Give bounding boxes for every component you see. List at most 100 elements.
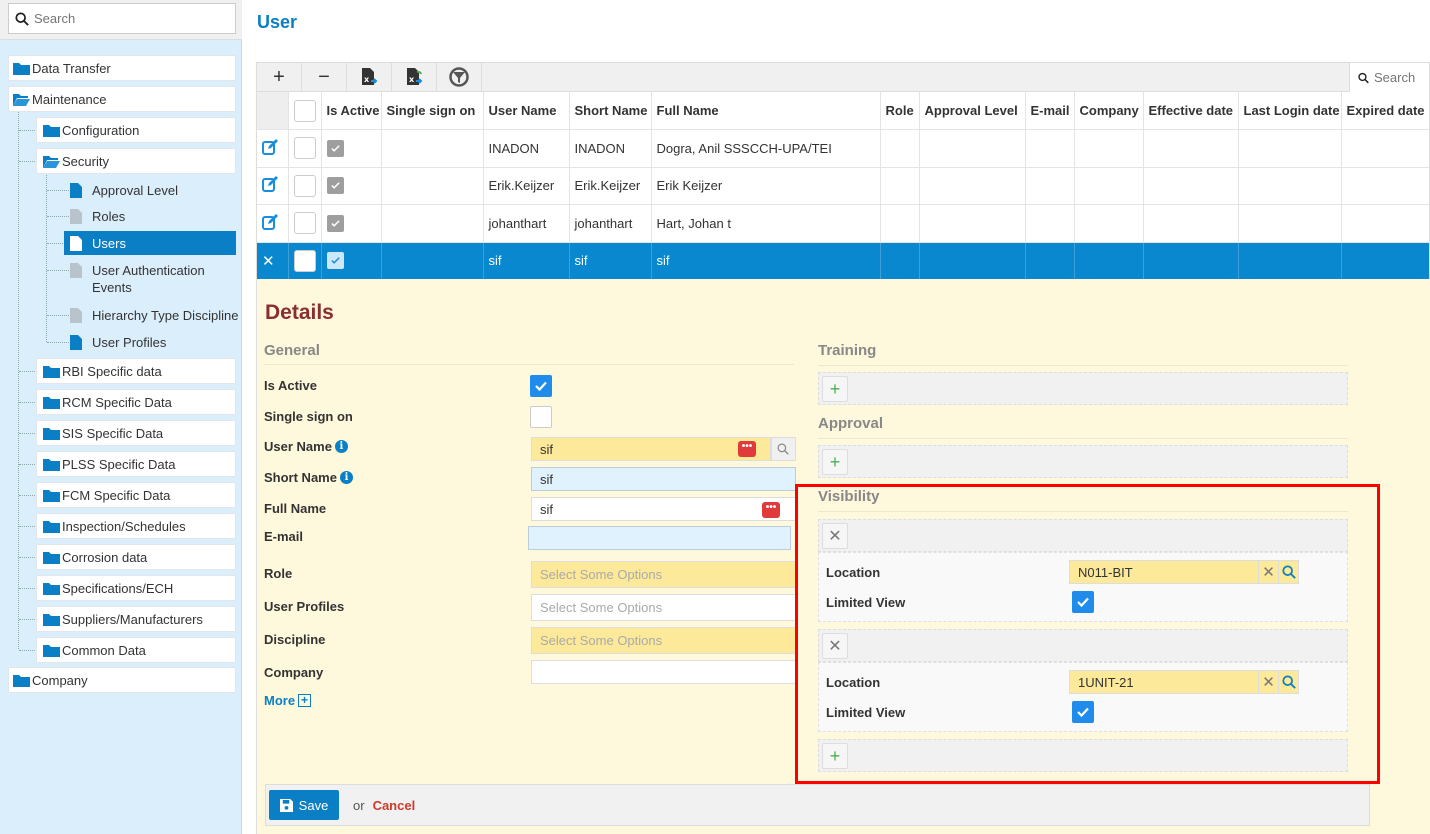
table-row[interactable]: Erik.Keijzer Erik.Keijzer Erik Keijzer — [257, 167, 1429, 205]
discipline-select[interactable]: Select Some Options — [531, 627, 796, 654]
row-select-checkbox[interactable] — [293, 249, 316, 272]
tree-node-maintenance[interactable]: Maintenance — [8, 86, 236, 112]
cell-short-name: sif — [569, 242, 652, 280]
cell-approval-level — [919, 167, 1026, 205]
tree-node-folder[interactable]: SIS Specific Data — [36, 420, 236, 446]
column-header[interactable]: Last Login date — [1238, 92, 1342, 130]
tree-node-folder[interactable]: Corrosion data — [36, 544, 236, 570]
user-name-lookup-button[interactable] — [771, 437, 796, 461]
row-action-cell[interactable]: ✕ — [257, 242, 289, 280]
column-header[interactable]: Effective date — [1143, 92, 1239, 130]
select-all-checkbox[interactable] — [293, 99, 316, 122]
email-field[interactable] — [528, 526, 791, 550]
grid-search[interactable] — [1349, 63, 1429, 92]
add-row-button[interactable]: + — [257, 63, 302, 91]
tree-leaf-roles[interactable]: Roles — [64, 204, 236, 228]
row-select-checkbox[interactable] — [293, 174, 316, 197]
clear-location-button[interactable]: ✕ — [1258, 671, 1278, 693]
import-excel-button[interactable]: x — [392, 63, 437, 91]
clear-location-button[interactable]: ✕ — [1258, 561, 1278, 583]
tree-leaf-user-authentication-events[interactable]: User Authentication Events — [64, 259, 236, 297]
cancel-link[interactable]: Cancel — [373, 798, 416, 813]
row-select-cell[interactable] — [288, 204, 322, 243]
column-header[interactable]: Approval Level — [919, 92, 1026, 130]
company-field[interactable] — [531, 660, 796, 684]
more-options-icon[interactable]: ••• — [762, 502, 780, 518]
tree-node-folder[interactable]: Inspection/Schedules — [36, 513, 236, 539]
tree-node-folder[interactable]: Suppliers/Manufacturers — [36, 606, 236, 632]
column-header[interactable]: User Name — [483, 92, 570, 130]
info-icon[interactable]: i — [339, 471, 353, 484]
location-field[interactable]: N011-BIT ✕ — [1069, 560, 1299, 584]
tree-leaf-users[interactable]: Users — [64, 231, 236, 255]
table-row[interactable]: ✕ sif sif sif — [257, 242, 1429, 280]
tree-node-folder[interactable]: PLSS Specific Data — [36, 451, 236, 477]
column-header[interactable]: Is Active — [321, 92, 382, 130]
location-search-button[interactable] — [1278, 561, 1298, 583]
row-action-cell[interactable] — [257, 129, 289, 168]
tree-node-folder[interactable]: RBI Specific data — [36, 358, 236, 384]
row-select-cell[interactable] — [288, 167, 322, 205]
short-name-field[interactable]: sif — [531, 467, 796, 491]
role-select[interactable]: Select Some Options — [531, 561, 796, 588]
tree-node-label: Inspection/Schedules — [62, 518, 186, 534]
add-training-button[interactable]: + — [822, 376, 848, 402]
sidebar-search-input[interactable] — [34, 11, 224, 26]
cell-last-login-date — [1238, 204, 1342, 243]
limited-view-checkbox[interactable] — [1072, 591, 1094, 613]
row-action-cell[interactable] — [257, 167, 289, 205]
location-field[interactable]: 1UNIT-21 ✕ — [1069, 670, 1299, 694]
is-active-checkbox[interactable] — [530, 375, 552, 397]
user-name-field[interactable]: sif — [531, 437, 771, 461]
svg-text:x: x — [364, 75, 370, 84]
more-options-icon[interactable]: ••• — [738, 441, 756, 457]
column-header[interactable]: Company — [1074, 92, 1144, 130]
row-select-checkbox[interactable] — [293, 137, 316, 160]
tree-leaf-user-profiles[interactable]: User Profiles — [64, 330, 236, 354]
add-visibility-button[interactable]: + — [822, 743, 848, 769]
column-header[interactable]: Short Name — [569, 92, 652, 130]
sidebar-search[interactable] — [8, 3, 236, 34]
edit-icon[interactable] — [262, 138, 278, 155]
table-row[interactable]: johanthart johanthart Hart, Johan t — [257, 204, 1429, 243]
edit-icon[interactable] — [262, 213, 278, 230]
column-header[interactable]: Expired date — [1341, 92, 1429, 130]
row-action-cell[interactable] — [257, 204, 289, 243]
tree-leaf-approval-level[interactable]: Approval Level — [64, 178, 236, 202]
clear-filter-button[interactable] — [437, 63, 482, 91]
tree-node-security[interactable]: Security — [36, 148, 236, 174]
user-profiles-select[interactable]: Select Some Options — [531, 594, 796, 621]
row-select-checkbox[interactable] — [293, 212, 316, 235]
close-icon[interactable]: ✕ — [262, 253, 275, 270]
export-excel-button[interactable]: x — [347, 63, 392, 91]
add-approval-button[interactable]: + — [822, 449, 848, 475]
remove-row-button[interactable]: − — [302, 63, 347, 91]
edit-icon[interactable] — [262, 176, 278, 193]
remove-visibility-button[interactable]: ✕ — [822, 523, 848, 549]
column-header[interactable]: Full Name — [651, 92, 881, 130]
tree-node-folder[interactable]: FCM Specific Data — [36, 482, 236, 508]
limited-view-checkbox[interactable] — [1072, 701, 1094, 723]
grid-search-input[interactable] — [1374, 70, 1429, 85]
tree-leaf-hierarchy-type-discipline[interactable]: Hierarchy Type Discipline — [64, 303, 239, 327]
more-link[interactable]: More + — [264, 693, 312, 708]
row-select-cell[interactable] — [288, 129, 322, 168]
tree-node-folder[interactable]: RCM Specific Data — [36, 389, 236, 415]
full-name-field[interactable]: sif — [531, 497, 796, 521]
column-header[interactable]: E-mail — [1025, 92, 1075, 130]
header-select-all[interactable] — [288, 92, 322, 130]
tree-node-configuration[interactable]: Configuration — [36, 117, 236, 143]
tree-node-folder[interactable]: Specifications/ECH — [36, 575, 236, 601]
tree-node-folder[interactable]: Common Data — [36, 637, 236, 663]
remove-visibility-button[interactable]: ✕ — [822, 633, 848, 659]
column-header[interactable]: Single sign on — [381, 92, 484, 130]
column-header[interactable]: Role — [880, 92, 920, 130]
single-sign-on-checkbox[interactable] — [530, 406, 552, 428]
info-icon[interactable]: i — [334, 440, 348, 453]
save-button[interactable]: Save — [269, 790, 339, 820]
tree-node-company[interactable]: Company — [8, 667, 236, 693]
location-search-button[interactable] — [1278, 671, 1298, 693]
tree-node-data-transfer[interactable]: Data Transfer — [8, 55, 236, 81]
row-select-cell[interactable] — [288, 242, 322, 280]
table-row[interactable]: INADON INADON Dogra, Anil SSSCCH-UPA/TEI — [257, 129, 1429, 168]
